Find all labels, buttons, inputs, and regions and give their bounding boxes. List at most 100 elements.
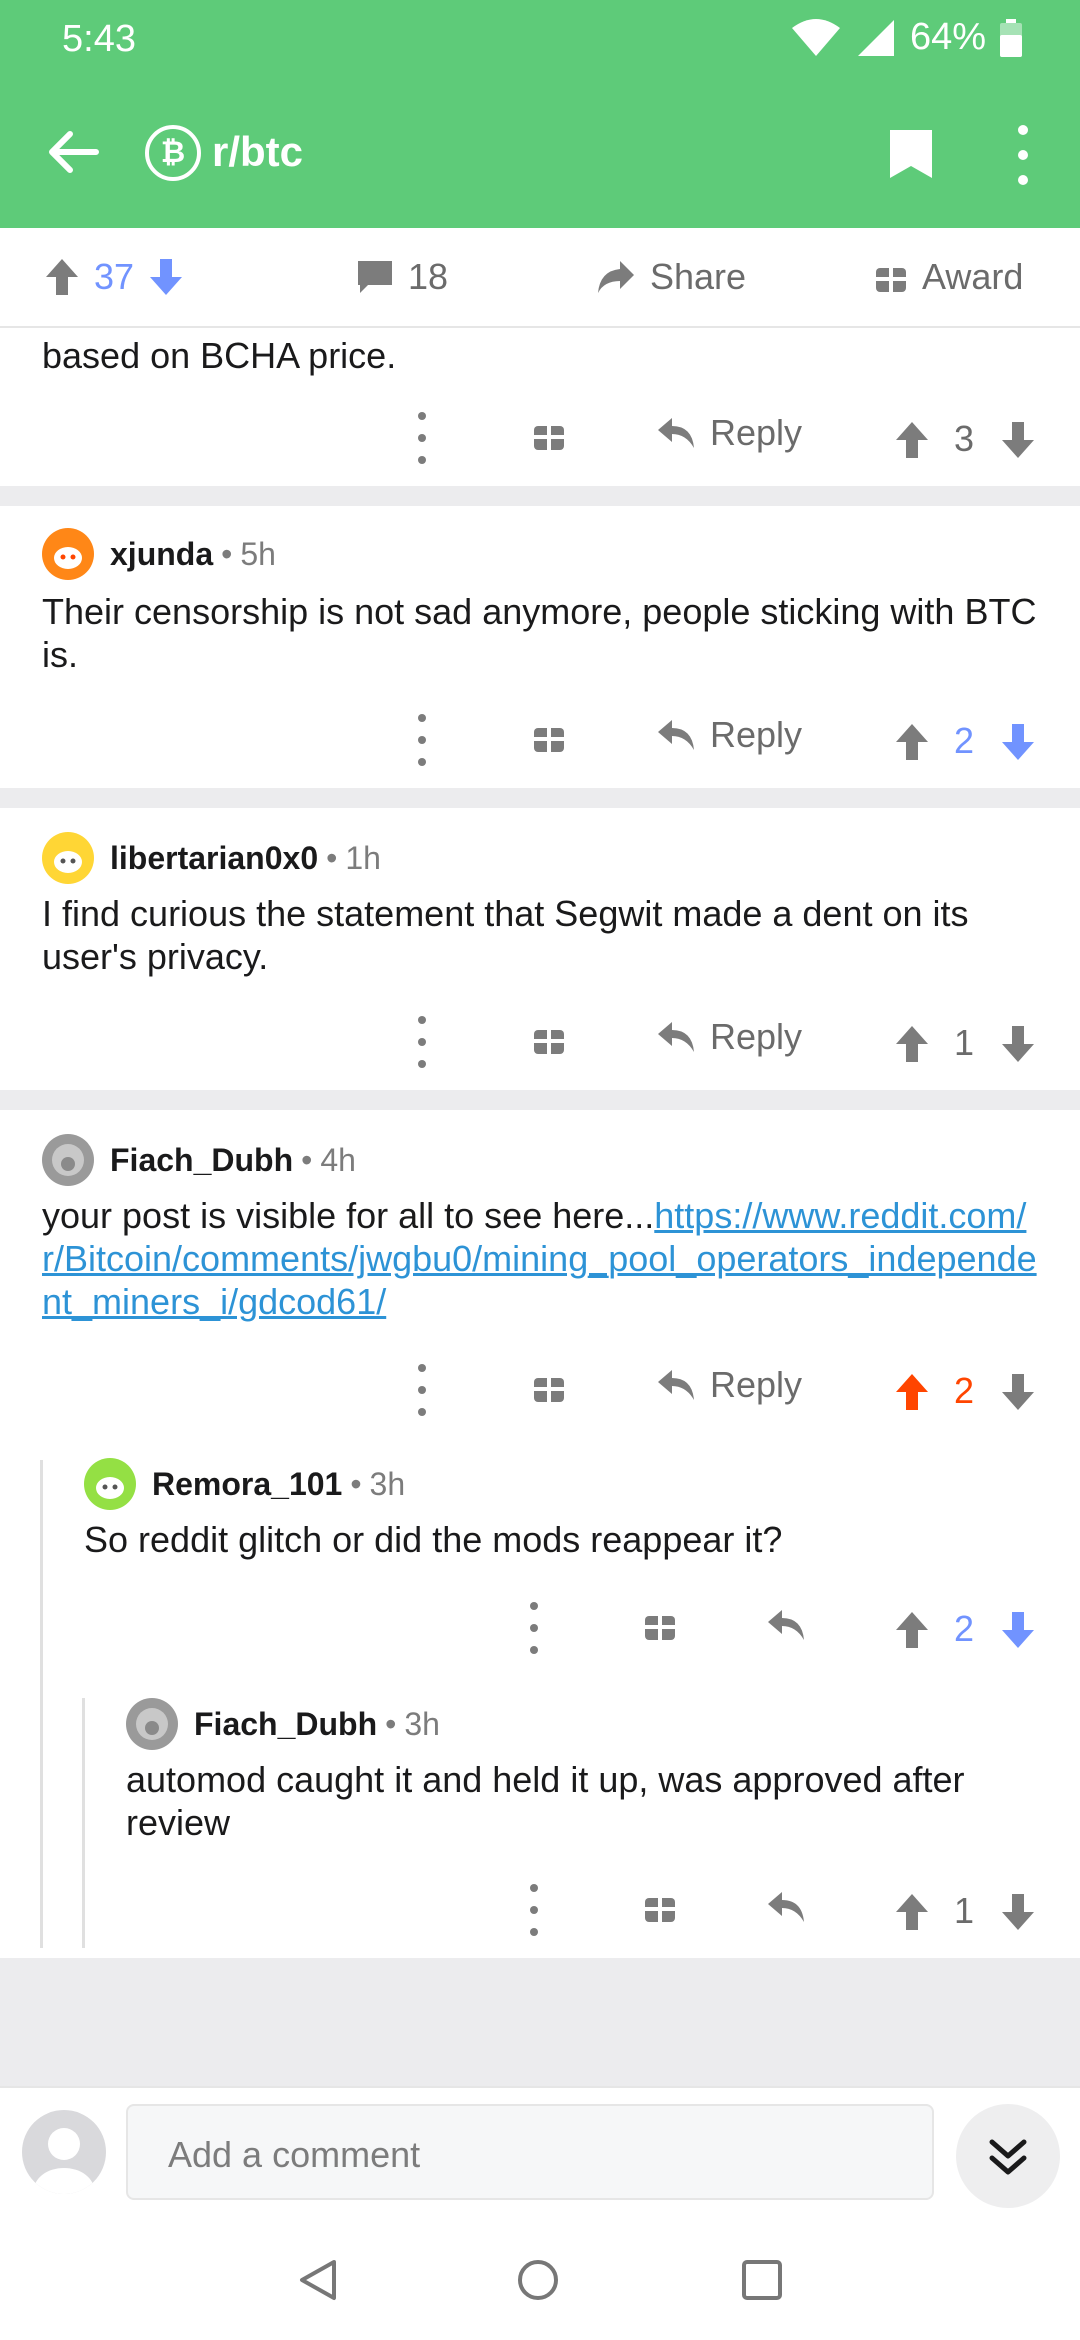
reply-button[interactable]: Reply [656,1016,802,1058]
comment-body: automod caught it and held it up, was ap… [126,1759,965,1843]
comment-body: So reddit glitch or did the mods reappea… [84,1519,783,1560]
double-chevron-down-icon [989,2139,1027,2175]
user-avatar[interactable] [42,832,94,884]
status-time: 5:43 [62,18,136,60]
comment-more-icon[interactable] [528,1602,540,1654]
user-avatar[interactable] [84,1458,136,1510]
gift-icon [876,268,906,292]
comment-separator [0,486,1080,506]
upvote-icon[interactable] [44,257,80,297]
meta-separator: • [221,535,233,572]
current-user-avatar[interactable] [22,2110,106,2194]
subreddit-name[interactable]: r/btc [212,128,303,176]
system-nav-bar [0,2216,1080,2340]
comment-username[interactable]: Fiach_Dubh [194,1706,377,1743]
award-icon[interactable] [532,1370,566,1404]
upvote-icon[interactable] [894,722,930,762]
add-comment-input[interactable]: Add a comment [126,2104,934,2200]
user-avatar[interactable] [42,528,94,580]
comment-score: 2 [953,1370,975,1411]
comment-username[interactable]: Remora_101 [152,1466,342,1503]
battery-icon [1000,18,1022,57]
comment-more-icon[interactable] [416,412,428,464]
upvote-icon[interactable] [894,1372,930,1412]
snoo-avatar-icon [54,547,82,569]
thread-line [40,1460,43,1948]
comment-more-icon[interactable] [416,1364,428,1416]
comment-body: your post is visible for all to see here… [42,1194,1042,1323]
reply-button[interactable]: Reply [656,714,802,756]
meta-separator: • [301,1141,313,1178]
downvote-icon[interactable] [1000,722,1036,762]
post-action-bar: 37 18 Share Award [0,228,1080,328]
upvote-icon[interactable] [894,1610,930,1650]
meta-separator: • [350,1465,362,1502]
nav-back-icon[interactable] [296,2258,340,2302]
reply-icon[interactable] [766,1608,806,1642]
share-label: Share [650,256,747,297]
comment-more-icon[interactable] [528,1884,540,1936]
snoo-avatar-icon [54,851,82,873]
user-avatar-icon [34,2128,94,2194]
downvote-icon[interactable] [1000,1372,1036,1412]
bookmark-icon[interactable] [888,128,934,180]
post-vote-group: 37 [44,256,184,298]
nav-recents-icon[interactable] [740,2258,784,2302]
comment-username[interactable]: Fiach_Dubh [110,1142,293,1179]
share-icon [598,261,634,293]
comment-more-icon[interactable] [416,1016,428,1068]
feed-end-spacer [0,1958,1080,2086]
award-icon[interactable] [643,1608,677,1642]
share-button[interactable]: Share [596,256,746,298]
user-avatar[interactable] [126,1698,178,1750]
wifi-icon [791,18,840,56]
comment-age: 3h [369,1465,406,1502]
award-button[interactable]: Award [874,256,1023,298]
comment-more-icon[interactable] [416,714,428,766]
bitcoin-icon: ₿ [145,125,201,181]
comment-username[interactable]: libertarian0x0 [110,840,318,877]
award-label: Award [922,256,1024,297]
snoo-avatar-icon [96,1477,124,1499]
comment-separator [0,1090,1080,1110]
upvote-icon[interactable] [894,420,930,460]
comment-score: 3 [953,418,975,459]
upvote-icon[interactable] [894,1892,930,1932]
back-arrow-icon[interactable] [40,120,104,184]
award-icon[interactable] [643,1890,677,1924]
comments-button[interactable]: 18 [356,256,448,298]
comment-age: 3h [404,1705,440,1742]
more-options-icon[interactable] [1005,125,1041,185]
comment-composer: Add a comment [0,2086,1080,2216]
comment-actions: Reply 2 [0,714,1080,774]
reply-icon[interactable] [766,1890,806,1924]
comment-meta: Remora_101 • 3h [84,1458,405,1510]
comment-score: 1 [953,1022,975,1063]
comment-age: 4h [320,1141,356,1178]
reply-button[interactable]: Reply [656,412,802,454]
downvote-icon[interactable] [1000,1610,1036,1650]
downvote-icon[interactable] [1000,1024,1036,1064]
bitcoin-avatar-icon [52,1144,84,1176]
reply-label: Reply [710,1016,803,1057]
downvote-icon[interactable] [1000,420,1036,460]
battery-percent: 64% [909,16,986,58]
reply-button[interactable]: Reply [656,1364,802,1406]
user-avatar[interactable] [42,1134,94,1186]
status-bar: 5:43 64% [0,0,1080,80]
jump-down-button[interactable] [956,2104,1060,2208]
comment-body: I find curious the statement that Segwit… [42,893,969,977]
award-icon[interactable] [532,1022,566,1056]
downvote-icon[interactable] [148,257,184,297]
award-icon[interactable] [532,418,566,452]
downvote-icon[interactable] [1000,1892,1036,1932]
comment-actions: Reply 3 [0,412,1080,472]
comment-score: 2 [953,720,975,761]
comment-username[interactable]: xjunda [110,536,213,573]
award-icon[interactable] [532,720,566,754]
nav-home-icon[interactable] [516,2258,560,2302]
reply-label: Reply [710,1364,803,1405]
toolbar: ₿ r/btc [0,100,1080,200]
comment-card: xjunda • 5h Their censorship is not sad … [0,506,1080,788]
upvote-icon[interactable] [894,1024,930,1064]
